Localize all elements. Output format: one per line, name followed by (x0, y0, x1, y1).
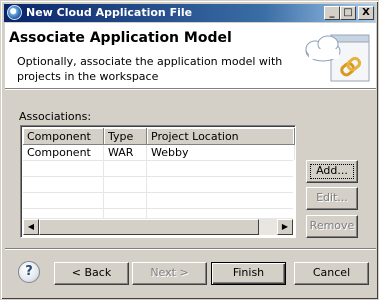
footer-separator (5, 248, 376, 250)
header-separator (5, 88, 376, 90)
dialog-window: New Cloud Application File _ □ X Associa… (0, 0, 379, 300)
cancel-button[interactable]: Cancel (294, 262, 369, 285)
associations-table[interactable]: Component Type Project Location Componen… (20, 125, 296, 238)
cancel-button-label: Cancel (312, 266, 351, 279)
associations-label: Associations: (19, 110, 92, 123)
empty-row (23, 209, 293, 219)
edit-button[interactable]: Edit... (306, 187, 358, 210)
remove-button[interactable]: Remove (306, 215, 358, 238)
close-button[interactable]: X (358, 6, 374, 20)
minimize-button[interactable]: _ (324, 6, 340, 20)
window-title: New Cloud Application File (26, 6, 193, 19)
column-header-type[interactable]: Type (104, 128, 147, 145)
page-title: Associate Application Model (9, 30, 232, 46)
next-button[interactable]: Next > (132, 262, 207, 285)
scroll-right-arrow-icon[interactable]: ▶ (277, 219, 293, 235)
app-icon (7, 5, 22, 20)
finish-button-label: Finish (232, 266, 265, 279)
table-row[interactable]: Component WAR Webby (23, 145, 295, 161)
scroll-thumb[interactable] (39, 219, 259, 235)
wizard-header: Associate Application Model Optionally, … (5, 23, 376, 88)
maximize-button[interactable]: □ (340, 6, 356, 20)
add-button[interactable]: Add... (306, 160, 358, 183)
empty-row (23, 193, 293, 209)
table-header: Component Type Project Location (23, 128, 295, 145)
scroll-left-arrow-icon[interactable]: ◀ (23, 219, 39, 235)
cell-project-location: Webby (147, 145, 295, 160)
back-button[interactable]: < Back (54, 262, 129, 285)
next-button-label: Next > (150, 266, 189, 279)
back-button-label: < Back (71, 266, 112, 279)
column-header-project-location[interactable]: Project Location (147, 128, 295, 145)
cell-type: WAR (104, 145, 147, 160)
cloud-link-icon (305, 34, 370, 82)
page-description: Optionally, associate the application mo… (17, 55, 283, 83)
horizontal-scrollbar[interactable]: ◀ ▶ (23, 219, 293, 235)
title-bar[interactable]: New Cloud Application File _ □ X (4, 4, 375, 22)
column-header-component[interactable]: Component (23, 128, 104, 145)
finish-button[interactable]: Finish (211, 262, 286, 285)
empty-row (23, 177, 293, 193)
help-icon[interactable]: ? (18, 261, 40, 283)
cell-component: Component (23, 145, 104, 160)
empty-row (23, 161, 293, 177)
